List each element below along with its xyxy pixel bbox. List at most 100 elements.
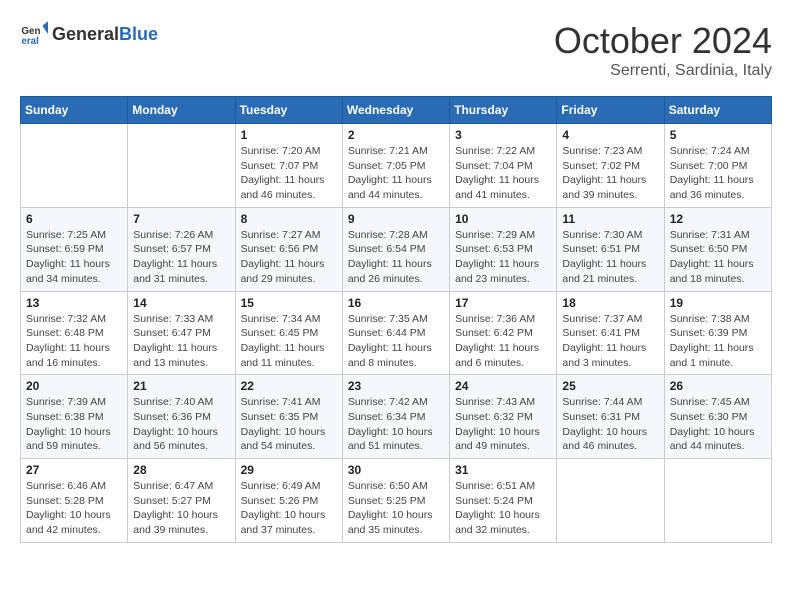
day-number: 11 <box>562 212 658 226</box>
calendar-cell: 29Sunrise: 6:49 AM Sunset: 5:26 PM Dayli… <box>235 459 342 543</box>
day-number: 31 <box>455 463 551 477</box>
day-info: Sunrise: 7:33 AM Sunset: 6:47 PM Dayligh… <box>133 312 229 371</box>
day-info: Sunrise: 7:21 AM Sunset: 7:05 PM Dayligh… <box>348 144 444 203</box>
calendar-cell <box>664 459 771 543</box>
day-number: 14 <box>133 296 229 310</box>
calendar-cell: 12 Sunrise: 7:31 AM Sunset: 6:50 PM Dayli… <box>664 207 771 291</box>
calendar-cell: 31Sunrise: 6:51 AM Sunset: 5:24 PM Dayli… <box>450 459 557 543</box>
day-info: Sunrise: 7:35 AM Sunset: 6:44 PM Dayligh… <box>348 312 444 371</box>
calendar-cell: 22 Sunrise: 7:41 AM Sunset: 6:35 PM Dayli… <box>235 375 342 459</box>
day-info: Sunrise: 7:25 AM Sunset: 6:59 PM Dayligh… <box>26 228 122 287</box>
title-block: October 2024 Serrenti, Sardinia, Italy <box>554 20 772 80</box>
day-info: Sunrise: 7:24 AM Sunset: 7:00 PM Dayligh… <box>670 144 766 203</box>
calendar-cell: 23 Sunrise: 7:42 AM Sunset: 6:34 PM Dayli… <box>342 375 449 459</box>
day-number: 21 <box>133 379 229 393</box>
day-number: 19 <box>670 296 766 310</box>
day-info: Sunrise: 6:46 AM Sunset: 5:28 PM Dayligh… <box>26 479 122 538</box>
day-number: 27 <box>26 463 122 477</box>
calendar-cell: 21 Sunrise: 7:40 AM Sunset: 6:36 PM Dayli… <box>128 375 235 459</box>
day-header-wednesday: Wednesday <box>342 97 449 124</box>
day-info: Sunrise: 7:23 AM Sunset: 7:02 PM Dayligh… <box>562 144 658 203</box>
calendar-cell <box>557 459 664 543</box>
day-number: 7 <box>133 212 229 226</box>
day-number: 8 <box>241 212 337 226</box>
day-info: Sunrise: 6:49 AM Sunset: 5:26 PM Dayligh… <box>241 479 337 538</box>
day-number: 26 <box>670 379 766 393</box>
day-info: Sunrise: 7:40 AM Sunset: 6:36 PM Dayligh… <box>133 395 229 454</box>
svg-text:eral: eral <box>21 36 39 47</box>
calendar-cell: 13 Sunrise: 7:32 AM Sunset: 6:48 PM Dayli… <box>21 291 128 375</box>
calendar-cell: 15 Sunrise: 7:34 AM Sunset: 6:45 PM Dayli… <box>235 291 342 375</box>
calendar-cell: 14 Sunrise: 7:33 AM Sunset: 6:47 PM Dayli… <box>128 291 235 375</box>
day-info: Sunrise: 7:43 AM Sunset: 6:32 PM Dayligh… <box>455 395 551 454</box>
day-info: Sunrise: 7:32 AM Sunset: 6:48 PM Dayligh… <box>26 312 122 371</box>
day-info: Sunrise: 7:44 AM Sunset: 6:31 PM Dayligh… <box>562 395 658 454</box>
day-number: 13 <box>26 296 122 310</box>
calendar-cell: 11 Sunrise: 7:30 AM Sunset: 6:51 PM Dayli… <box>557 207 664 291</box>
calendar-cell: 3 Sunrise: 7:22 AM Sunset: 7:04 PM Daylig… <box>450 124 557 208</box>
calendar-header-row: SundayMondayTuesdayWednesdayThursdayFrid… <box>21 97 772 124</box>
calendar-cell: 27 Sunrise: 6:46 AM Sunset: 5:28 PM Dayli… <box>21 459 128 543</box>
calendar-cell: 19 Sunrise: 7:38 AM Sunset: 6:39 PM Dayli… <box>664 291 771 375</box>
calendar-cell: 25 Sunrise: 7:44 AM Sunset: 6:31 PM Dayli… <box>557 375 664 459</box>
calendar-cell: 28 Sunrise: 6:47 AM Sunset: 5:27 PM Dayli… <box>128 459 235 543</box>
logo-text-general: General <box>52 24 119 45</box>
day-number: 15 <box>241 296 337 310</box>
day-header-tuesday: Tuesday <box>235 97 342 124</box>
day-info: Sunrise: 7:31 AM Sunset: 6:50 PM Dayligh… <box>670 228 766 287</box>
day-number: 16 <box>348 296 444 310</box>
day-info: Sunrise: 7:45 AM Sunset: 6:30 PM Dayligh… <box>670 395 766 454</box>
calendar-cell <box>21 124 128 208</box>
calendar-cell: 30 Sunrise: 6:50 AM Sunset: 5:25 PM Dayli… <box>342 459 449 543</box>
day-info: Sunrise: 7:27 AM Sunset: 6:56 PM Dayligh… <box>241 228 337 287</box>
day-info: Sunrise: 7:41 AM Sunset: 6:35 PM Dayligh… <box>241 395 337 454</box>
day-info: Sunrise: 7:30 AM Sunset: 6:51 PM Dayligh… <box>562 228 658 287</box>
day-header-saturday: Saturday <box>664 97 771 124</box>
day-info: Sunrise: 6:47 AM Sunset: 5:27 PM Dayligh… <box>133 479 229 538</box>
day-info: Sunrise: 7:36 AM Sunset: 6:42 PM Dayligh… <box>455 312 551 371</box>
day-header-monday: Monday <box>128 97 235 124</box>
day-info: Sunrise: 7:42 AM Sunset: 6:34 PM Dayligh… <box>348 395 444 454</box>
calendar-cell: 9Sunrise: 7:28 AM Sunset: 6:54 PM Daylig… <box>342 207 449 291</box>
day-number: 2 <box>348 128 444 142</box>
calendar-table: SundayMondayTuesdayWednesdayThursdayFrid… <box>20 96 772 543</box>
month-title: October 2024 <box>554 20 772 62</box>
calendar-cell: 17 Sunrise: 7:36 AM Sunset: 6:42 PM Dayli… <box>450 291 557 375</box>
day-info: Sunrise: 7:39 AM Sunset: 6:38 PM Dayligh… <box>26 395 122 454</box>
day-number: 23 <box>348 379 444 393</box>
day-info: Sunrise: 7:29 AM Sunset: 6:53 PM Dayligh… <box>455 228 551 287</box>
day-number: 17 <box>455 296 551 310</box>
day-info: Sunrise: 6:50 AM Sunset: 5:25 PM Dayligh… <box>348 479 444 538</box>
day-info: Sunrise: 7:38 AM Sunset: 6:39 PM Dayligh… <box>670 312 766 371</box>
day-number: 22 <box>241 379 337 393</box>
day-number: 5 <box>670 128 766 142</box>
calendar-cell: 16 Sunrise: 7:35 AM Sunset: 6:44 PM Dayli… <box>342 291 449 375</box>
calendar-cell: 2 Sunrise: 7:21 AM Sunset: 7:05 PM Daylig… <box>342 124 449 208</box>
calendar-cell: 26 Sunrise: 7:45 AM Sunset: 6:30 PM Dayli… <box>664 375 771 459</box>
calendar-cell: 1Sunrise: 7:20 AM Sunset: 7:07 PM Daylig… <box>235 124 342 208</box>
calendar-week-row: 27 Sunrise: 6:46 AM Sunset: 5:28 PM Dayli… <box>21 459 772 543</box>
day-number: 30 <box>348 463 444 477</box>
day-number: 3 <box>455 128 551 142</box>
day-info: Sunrise: 7:22 AM Sunset: 7:04 PM Dayligh… <box>455 144 551 203</box>
day-number: 6 <box>26 212 122 226</box>
calendar-week-row: 13 Sunrise: 7:32 AM Sunset: 6:48 PM Dayli… <box>21 291 772 375</box>
page-header: Gen eral GeneralBlue October 2024 Serren… <box>20 20 772 80</box>
day-number: 24 <box>455 379 551 393</box>
logo-text-blue: Blue <box>119 24 158 45</box>
day-number: 4 <box>562 128 658 142</box>
calendar-cell: 6 Sunrise: 7:25 AM Sunset: 6:59 PM Daylig… <box>21 207 128 291</box>
calendar-cell: 7 Sunrise: 7:26 AM Sunset: 6:57 PM Daylig… <box>128 207 235 291</box>
calendar-cell: 8 Sunrise: 7:27 AM Sunset: 6:56 PM Daylig… <box>235 207 342 291</box>
day-number: 25 <box>562 379 658 393</box>
logo: Gen eral GeneralBlue <box>20 20 158 48</box>
day-info: Sunrise: 7:37 AM Sunset: 6:41 PM Dayligh… <box>562 312 658 371</box>
day-info: Sunrise: 7:34 AM Sunset: 6:45 PM Dayligh… <box>241 312 337 371</box>
day-number: 28 <box>133 463 229 477</box>
day-info: Sunrise: 7:26 AM Sunset: 6:57 PM Dayligh… <box>133 228 229 287</box>
calendar-cell: 18Sunrise: 7:37 AM Sunset: 6:41 PM Dayli… <box>557 291 664 375</box>
day-info: Sunrise: 7:20 AM Sunset: 7:07 PM Dayligh… <box>241 144 337 203</box>
day-number: 12 <box>670 212 766 226</box>
day-header-friday: Friday <box>557 97 664 124</box>
location-title: Serrenti, Sardinia, Italy <box>554 62 772 80</box>
